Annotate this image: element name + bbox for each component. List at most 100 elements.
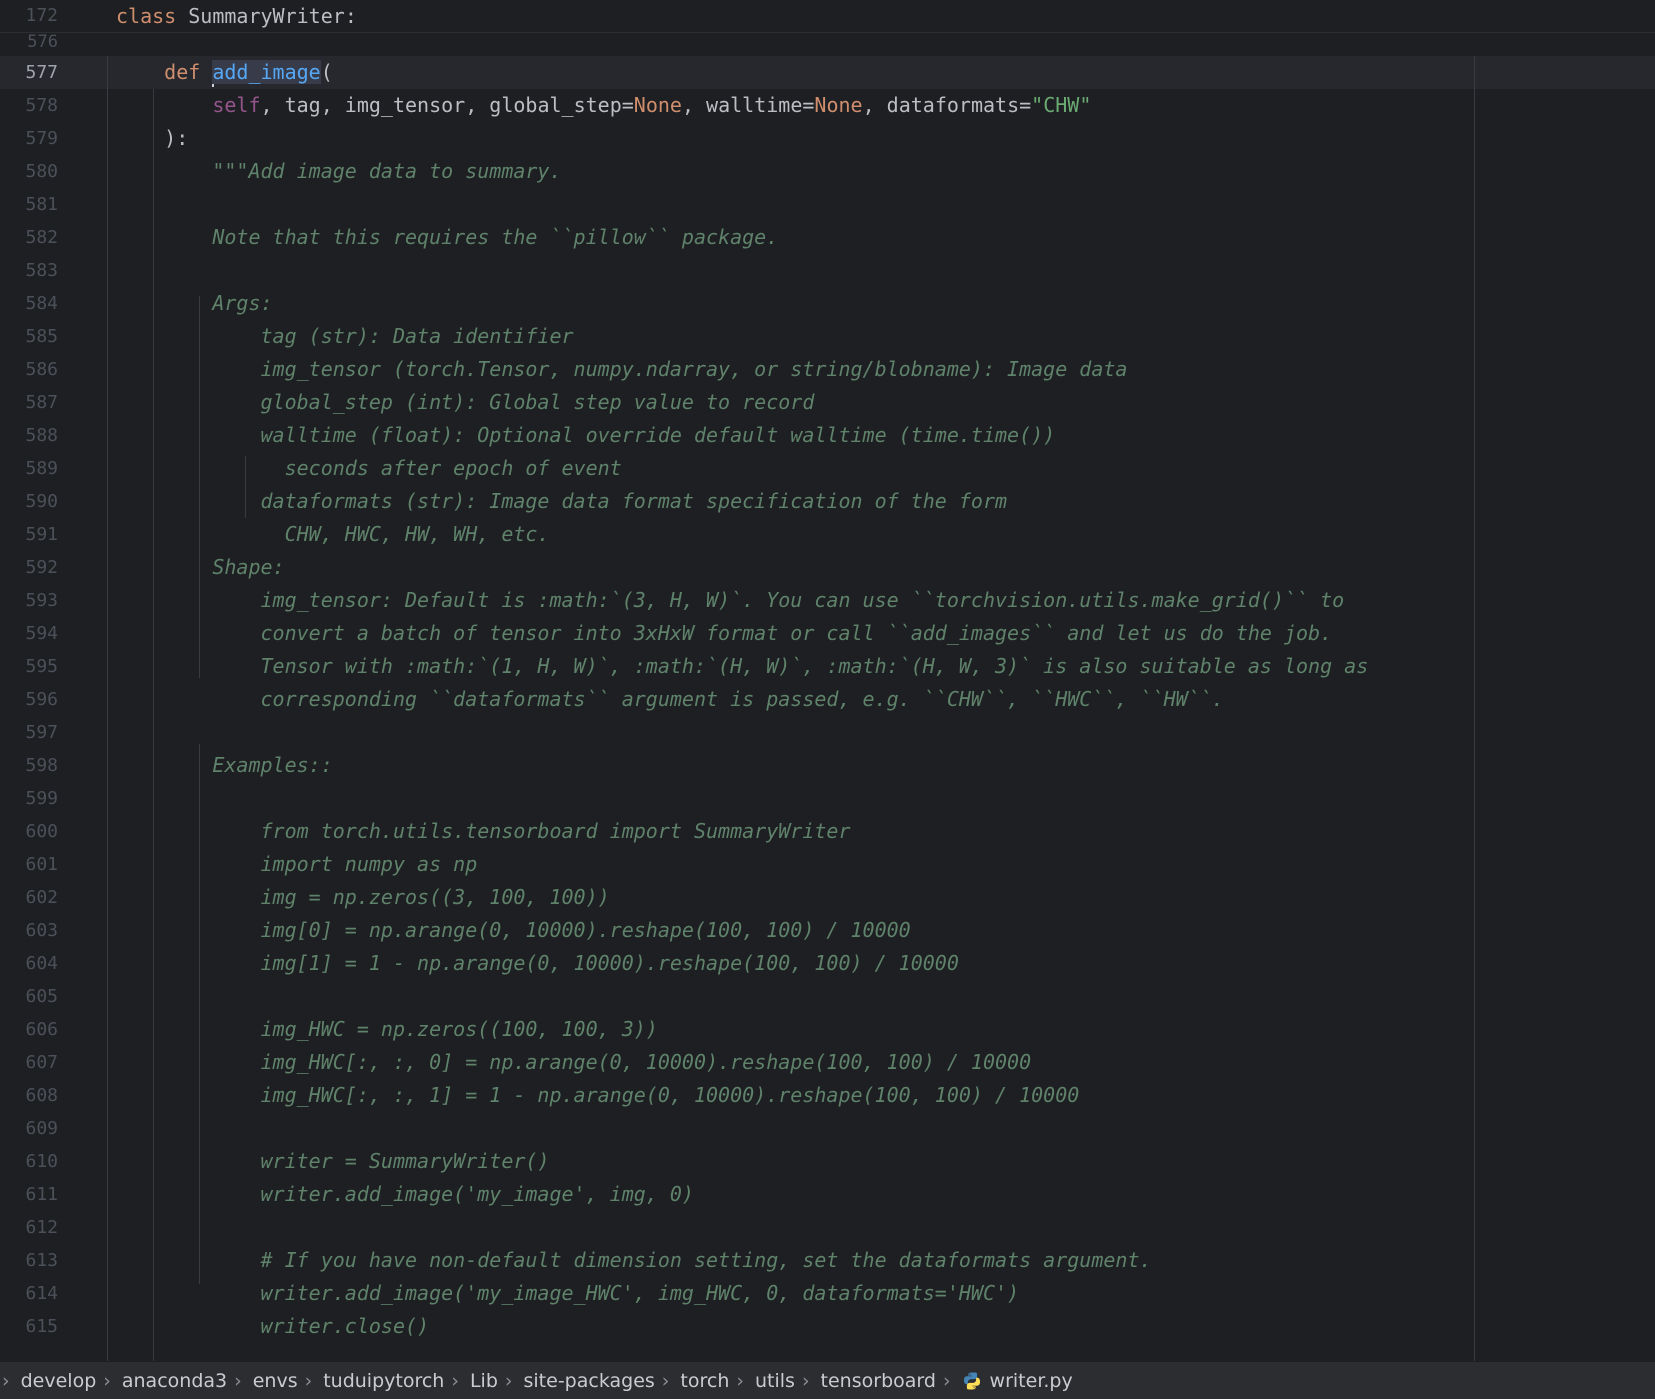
code-line[interactable]: 601 import numpy as np	[0, 848, 1655, 881]
breadcrumb-item[interactable]: utils	[755, 1370, 795, 1392]
code-line[interactable]: 612	[0, 1211, 1655, 1244]
breadcrumb-item[interactable]: envs	[253, 1370, 298, 1392]
code-editor[interactable]: 172 class SummaryWriter: 576 577 def add…	[0, 0, 1655, 1361]
code-line[interactable]: 593 img_tensor: Default is :math:`(3, H,…	[0, 584, 1655, 617]
breadcrumb-item[interactable]: torch	[680, 1370, 729, 1392]
class-keyword: class	[116, 4, 177, 28]
line-number: 602	[25, 887, 58, 908]
code-line[interactable]: 581	[0, 188, 1655, 221]
code-text: Tensor with :math:`(1, H, W)`, :math:`(H…	[116, 650, 1368, 683]
code-line[interactable]: 585 tag (str): Data identifier	[0, 320, 1655, 353]
chevron-right-icon: ›	[801, 1369, 810, 1392]
breadcrumb-current-file[interactable]: writer.py	[962, 1370, 1073, 1392]
breadcrumb-item[interactable]: Lib	[470, 1370, 498, 1392]
line-number: 596	[25, 689, 58, 710]
code-line[interactable]: 599	[0, 782, 1655, 815]
code-text: from torch.utils.tensorboard import Summ…	[116, 815, 851, 848]
line-number: 585	[25, 326, 58, 347]
code-line[interactable]: 586 img_tensor (torch.Tensor, numpy.ndar…	[0, 353, 1655, 386]
line-number: 590	[25, 491, 58, 512]
code-token: seconds after epoch of event	[116, 456, 622, 480]
sticky-class-header[interactable]: 172 class SummaryWriter:	[0, 0, 1655, 33]
code-token: img_tensor: Default is :math:`(3, H, W)`…	[116, 588, 1345, 612]
code-line[interactable]: 614 writer.add_image('my_image_HWC', img…	[0, 1277, 1655, 1310]
code-line[interactable]: 611 writer.add_image('my_image', img, 0)	[0, 1178, 1655, 1211]
line-number: 600	[25, 821, 58, 842]
line-number: 591	[25, 524, 58, 545]
code-token: img_HWC[:, :, 1] = 1 - np.arange(0, 1000…	[116, 1083, 1080, 1107]
code-line[interactable]: 615 writer.close()	[0, 1310, 1655, 1343]
code-line[interactable]: 592 Shape:	[0, 551, 1655, 584]
breadcrumb-item[interactable]: tensorboard	[821, 1370, 936, 1392]
code-line[interactable]: 582 Note that this requires the ``pillow…	[0, 221, 1655, 254]
code-line[interactable]: 603 img[0] = np.arange(0, 10000).reshape…	[0, 914, 1655, 947]
breadcrumb-item[interactable]: site-packages	[524, 1370, 655, 1392]
code-token: from torch.utils.tensorboard import Summ…	[116, 819, 851, 843]
code-line[interactable]: 610 writer = SummaryWriter()	[0, 1145, 1655, 1178]
code-token: add_image	[212, 60, 321, 84]
code-token: tag (str): Data identifier	[116, 324, 574, 348]
code-text: img = np.zeros((3, 100, 100))	[116, 881, 609, 914]
code-line[interactable]: 602 img = np.zeros((3, 100, 100))	[0, 881, 1655, 914]
breadcrumb-item[interactable]: develop	[21, 1370, 97, 1392]
code-line[interactable]: 589 seconds after epoch of event	[0, 452, 1655, 485]
code-text: import numpy as np	[116, 848, 477, 881]
code-line[interactable]: 594 convert a batch of tensor into 3xHxW…	[0, 617, 1655, 650]
code-line[interactable]: 578 self, tag, img_tensor, global_step=N…	[0, 89, 1655, 122]
code-text: img_HWC[:, :, 0] = np.arange(0, 10000).r…	[116, 1046, 1031, 1079]
code-line[interactable]: 587 global_step (int): Global step value…	[0, 386, 1655, 419]
code-text: convert a batch of tensor into 3xHxW for…	[116, 617, 1332, 650]
code-line[interactable]: 579 ):	[0, 122, 1655, 155]
code-line[interactable]: 609	[0, 1112, 1655, 1145]
code-line[interactable]: 595 Tensor with :math:`(1, H, W)`, :math…	[0, 650, 1655, 683]
code-line[interactable]: 577 def add_image(	[0, 56, 1655, 89]
line-number: 583	[25, 260, 58, 281]
code-line[interactable]: 597	[0, 716, 1655, 749]
line-number: 605	[25, 986, 58, 1007]
code-line[interactable]: 584 Args:	[0, 287, 1655, 320]
line-number: 576	[27, 32, 58, 52]
line-number: 588	[25, 425, 58, 446]
indent-guide	[245, 456, 246, 487]
code-token: "CHW"	[1031, 93, 1092, 117]
code-line[interactable]: 606 img_HWC = np.zeros((100, 100, 3))	[0, 1013, 1655, 1046]
code-token: walltime (float): Optional override defa…	[116, 423, 1056, 447]
code-token: writer = SummaryWriter()	[116, 1149, 550, 1173]
line-number: 580	[25, 161, 58, 182]
chevron-right-icon: ›	[103, 1369, 111, 1392]
code-line[interactable]: 598 Examples::	[0, 749, 1655, 782]
code-token: img_HWC = np.zeros((100, 100, 3))	[116, 1017, 658, 1041]
code-line[interactable]: 583	[0, 254, 1655, 287]
line-number: 609	[25, 1118, 58, 1139]
code-line[interactable]: 604 img[1] = 1 - np.arange(0, 10000).res…	[0, 947, 1655, 980]
code-token: , tag, img_tensor, global_step=	[260, 93, 634, 117]
breadcrumb-bar: › develop › anaconda3 › envs › tuduipytorch › Li…	[0, 1361, 1655, 1399]
code-line[interactable]: 607 img_HWC[:, :, 0] = np.arange(0, 1000…	[0, 1046, 1655, 1079]
code-line[interactable]: 596 corresponding ``dataformats`` argume…	[0, 683, 1655, 716]
code-line[interactable]: 608 img_HWC[:, :, 1] = 1 - np.arange(0, …	[0, 1079, 1655, 1112]
code-text: CHW, HWC, HW, WH, etc.	[116, 518, 550, 551]
code-token: convert a batch of tensor into 3xHxW for…	[116, 621, 1333, 645]
line-number: 615	[25, 1316, 58, 1337]
chevron-right-icon: ›	[234, 1369, 242, 1392]
code-line[interactable]: 580 """Add image data to summary.	[0, 155, 1655, 188]
chevron-right-icon: ›	[504, 1369, 513, 1392]
breadcrumb-item[interactable]: anaconda3	[122, 1370, 227, 1392]
code-line[interactable]: 588 walltime (float): Optional override …	[0, 419, 1655, 452]
breadcrumb-file-label: writer.py	[989, 1369, 1073, 1392]
code-text: writer.close()	[116, 1310, 429, 1343]
code-line[interactable]: 600 from torch.utils.tensorboard import …	[0, 815, 1655, 848]
code-line[interactable]: 591 CHW, HWC, HW, WH, etc.	[0, 518, 1655, 551]
line-number: 595	[25, 656, 58, 677]
code-token: Shape:	[116, 555, 285, 579]
chevron-right-icon: ›	[2, 1369, 10, 1392]
line-number: 582	[25, 227, 58, 248]
code-line[interactable]: 605	[0, 980, 1655, 1013]
code-text: writer = SummaryWriter()	[116, 1145, 549, 1178]
code-line[interactable]: 590 dataformats (str): Image data format…	[0, 485, 1655, 518]
code-line[interactable]: 613 # If you have non-default dimension …	[0, 1244, 1655, 1277]
breadcrumb-item[interactable]: tuduipytorch	[323, 1370, 444, 1392]
code-text: img_HWC[:, :, 1] = 1 - np.arange(0, 1000…	[116, 1079, 1079, 1112]
code-text: tag (str): Data identifier	[116, 320, 574, 353]
